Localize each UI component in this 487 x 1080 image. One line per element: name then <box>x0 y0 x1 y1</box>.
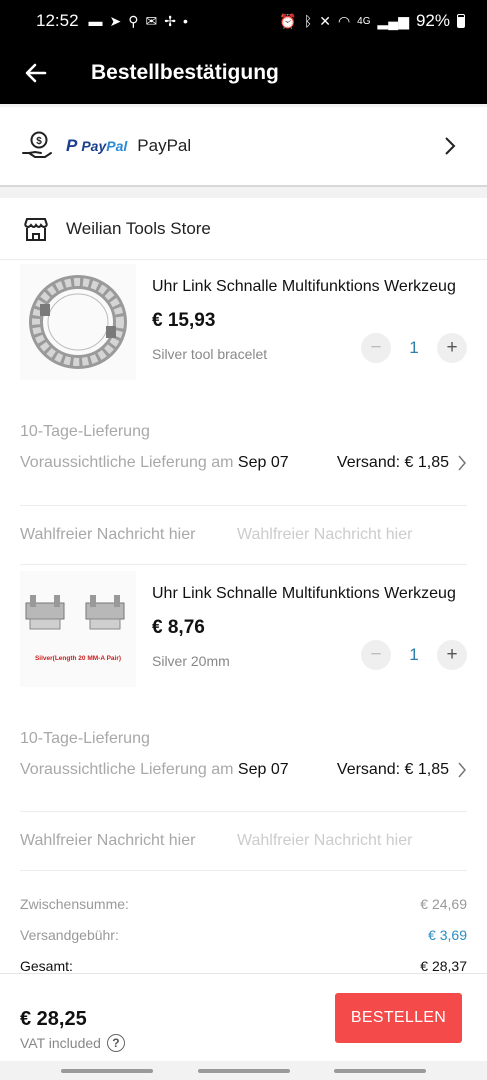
paypal-mark-icon: P <box>66 136 78 155</box>
product-item: Uhr Link Schnalle Multifunktions Werkzeu… <box>0 264 487 404</box>
strap-link-image-icon <box>25 595 125 630</box>
more-dot-icon: • <box>183 13 188 29</box>
delivery-type: 10-Tage-Lieferung <box>20 423 150 440</box>
signal-icon: ▂▄▆ <box>377 12 409 29</box>
home-nav-button[interactable] <box>198 1069 290 1073</box>
product-image[interactable] <box>20 264 136 380</box>
subtotal-row: Zwischensumme: € 24,69 <box>20 895 467 912</box>
network-type: 4G <box>357 15 371 27</box>
message-icon: ▬ <box>88 13 103 29</box>
seller-message-row: Wahlfreier Nachricht hier <box>20 505 467 565</box>
product-price: € 8,76 <box>152 617 205 638</box>
delivery-type: 10-Tage-Lieferung <box>20 730 150 747</box>
system-nav-bar <box>0 1061 487 1080</box>
product-title[interactable]: Uhr Link Schnalle Multifunktions Werkzeu… <box>152 278 467 296</box>
back-nav-button[interactable] <box>334 1069 426 1073</box>
battery-icon <box>457 14 465 28</box>
page-title: Bestellbestätigung <box>91 61 279 84</box>
product-price: € 15,93 <box>152 310 216 331</box>
battery-percent: 92% <box>415 11 450 30</box>
subtotal-value: € 24,69 <box>420 895 467 912</box>
notification-icon: ⚲ <box>128 12 139 29</box>
shipping-fee-row: Versandgebühr: € 3,69 <box>20 926 467 943</box>
delivery-info: 10-Tage-Lieferung Voraussichtliche Liefe… <box>20 730 467 780</box>
notification-icons: ▬ ➤ ⚲ ✉ ✢ • <box>89 13 188 30</box>
help-icon[interactable]: ? <box>106 1034 125 1052</box>
message-label: Wahlfreier Nachricht hier <box>20 526 196 543</box>
telegram-icon: ➤ <box>109 12 122 29</box>
order-summary: Zwischensumme: € 24,69 Versandgebühr: € … <box>20 888 467 981</box>
message-label: Wahlfreier Nachricht hier <box>20 832 196 849</box>
shipping-option[interactable]: Versand: € 1,85 <box>337 761 467 779</box>
product-variant: Silver 20mm <box>152 653 230 669</box>
shipping-option[interactable]: Versand: € 1,85 <box>337 454 467 472</box>
payment-method-name: PayPal <box>137 136 192 155</box>
decrease-quantity-button[interactable]: − <box>361 640 391 670</box>
clock: 12:52 <box>36 11 79 30</box>
payment-hand-icon: $ <box>22 131 52 158</box>
product-variant: Silver tool bracelet <box>152 346 268 362</box>
bracelet-image-icon <box>29 275 127 369</box>
message-input[interactable] <box>237 832 462 850</box>
image-caption: Silver(Length 20 MM-A Pair) <box>34 655 122 662</box>
quantity-stepper: − 1 + <box>361 639 467 671</box>
shipping-cost: Versand: € 1,85 <box>336 454 449 471</box>
mail-icon: ✉ <box>145 12 158 29</box>
shipping-fee-value: € 3,69 <box>428 926 467 943</box>
chevron-right-icon <box>445 137 456 155</box>
checkout-bar: € 28,25 VAT included ? BESTELLEN <box>0 973 487 1061</box>
svg-text:$: $ <box>36 136 42 147</box>
message-input[interactable] <box>237 526 462 544</box>
order-button[interactable]: BESTELLEN <box>335 993 462 1043</box>
quantity-stepper: − 1 + <box>361 332 467 364</box>
product-image[interactable]: Silver(Length 20 MM-A Pair) <box>20 571 136 687</box>
system-icons: ⏰ ᛒ ✕ ◠ 4G ▂▄▆ 92% <box>279 11 465 31</box>
recents-nav-button[interactable] <box>61 1069 153 1073</box>
delivery-estimate: Voraussichtliche Lieferung am Sep 07 <box>20 761 289 778</box>
delivery-estimate: Voraussichtliche Lieferung am Sep 07 <box>20 454 289 471</box>
quantity-value: 1 <box>409 338 419 357</box>
product-title[interactable]: Uhr Link Schnalle Multifunktions Werkzeu… <box>152 585 467 603</box>
delivery-info: 10-Tage-Lieferung Voraussichtliche Liefe… <box>20 423 467 473</box>
paypal-logo: P Pay Pal <box>66 136 128 155</box>
payment-method-row[interactable]: $ P Pay Pal PayPal <box>0 107 487 187</box>
mute-icon: ✕ <box>319 12 331 29</box>
increase-quantity-button[interactable]: + <box>437 333 467 363</box>
total-value: € 28,37 <box>420 957 467 974</box>
back-button[interactable] <box>0 42 72 104</box>
arrow-left-icon <box>25 63 47 83</box>
status-bar: 12:52 ▬ ➤ ⚲ ✉ ✢ • ⏰ ᛒ ✕ ◠ 4G ▂▄▆ 92% <box>0 0 487 42</box>
alarm-icon: ⏰ <box>279 12 297 29</box>
grand-total: € 28,25 <box>20 1008 87 1030</box>
app-bar: Bestellbestätigung <box>0 42 487 104</box>
store-header[interactable]: Weilian Tools Store <box>0 198 487 260</box>
increase-quantity-button[interactable]: + <box>437 640 467 670</box>
store-icon <box>24 217 48 241</box>
seller-message-row: Wahlfreier Nachricht hier <box>20 811 467 871</box>
quantity-value: 1 <box>409 645 419 664</box>
shipping-cost: Versand: € 1,85 <box>336 761 449 778</box>
chevron-right-icon <box>458 762 466 778</box>
vat-note: VAT included ? <box>20 1034 125 1052</box>
order-card: Weilian Tools Store Uhr Link Schnalle Mu… <box>0 198 487 974</box>
chevron-right-icon <box>458 455 466 471</box>
decrease-quantity-button[interactable]: − <box>361 333 391 363</box>
delivery-date: Sep 07 <box>237 761 289 778</box>
fan-icon: ✢ <box>164 12 177 29</box>
product-item: Silver(Length 20 MM-A Pair) Uhr Link Sch… <box>0 571 487 711</box>
bluetooth-icon: ᛒ <box>303 13 313 29</box>
delivery-date: Sep 07 <box>237 454 289 471</box>
wifi-icon: ◠ <box>337 12 351 29</box>
store-name: Weilian Tools Store <box>66 218 211 238</box>
